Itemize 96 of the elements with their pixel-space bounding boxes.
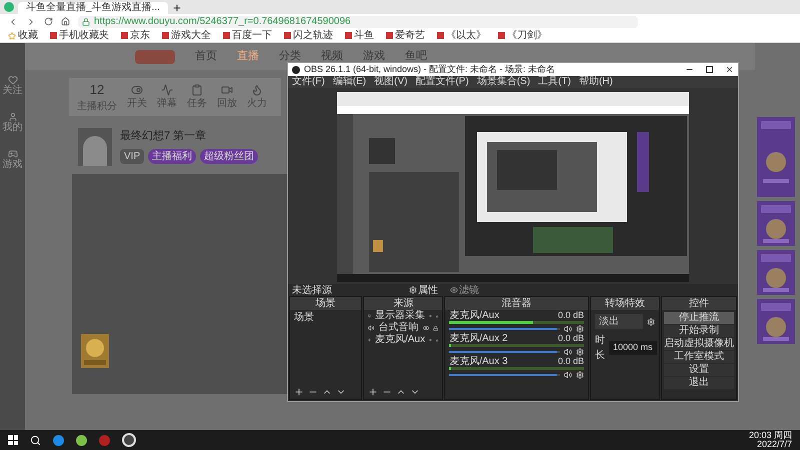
room-tag[interactable]: 主播福利 [148,148,196,164]
bookmark-icon [223,32,230,39]
bookmark[interactable]: 斗鱼 [345,30,374,42]
channel-name: 麦克风/Aux 3 [449,356,508,367]
channel-reading: 0.0 dB [558,333,584,344]
bookmark[interactable]: 游戏大全 [162,30,211,42]
menu-item[interactable]: 文件(F) [292,76,325,88]
home-icon[interactable] [61,17,70,26]
bookmark[interactable]: 收藏 [8,30,38,42]
gear-icon [409,286,417,294]
menu-item[interactable]: 工具(T) [538,76,571,88]
control-button[interactable]: 启动虚拟摄像机 [664,338,734,350]
settings-icon[interactable] [647,318,655,326]
sidebar-icon[interactable] [8,112,18,122]
menu-item[interactable]: 编辑(E) [332,76,366,88]
control-button[interactable]: 停止推流 [664,312,734,324]
bookmark-icon [162,32,169,39]
sidebar-icon[interactable] [8,75,18,85]
room-tag[interactable]: 超级粉丝团 [200,148,258,164]
channel-reading: 0.0 dB [558,310,584,321]
search-icon[interactable] [30,434,41,446]
bookmark-icon [437,32,444,39]
eye-icon [450,286,458,294]
transition-select[interactable]: 淡出 [595,314,643,329]
maximize-icon[interactable] [706,66,713,73]
bookmark-icon [386,32,393,39]
bookmark[interactable]: 闪之轨迹 [284,30,333,42]
close-icon[interactable] [725,65,734,74]
bookmark[interactable]: 《以太》 [437,30,486,42]
reload-icon[interactable] [44,17,53,26]
stat-icon[interactable] [221,84,233,96]
menu-item[interactable]: 配置文件(P) [415,76,469,88]
control-button[interactable]: 工作室模式 [664,351,734,363]
filters-button[interactable]: 滤镜 [450,282,479,298]
bookmark[interactable]: 爱奇艺 [386,30,425,42]
new-tab-icon[interactable] [172,3,182,13]
sidebar-icon[interactable] [8,149,18,159]
star-icon [8,32,16,40]
clock-date[interactable]: 2022/7/7 [756,440,792,449]
score-value: 12 [90,80,104,99]
stat-icon[interactable] [251,84,263,96]
scene-item[interactable]: 场景 [290,310,362,325]
speaker-icon[interactable] [564,348,572,356]
source-item[interactable]: 台式音响 [378,322,419,334]
control-button[interactable]: 退出 [664,377,734,389]
browser-app-icon[interactable] [53,434,64,446]
add-icon[interactable] [294,387,304,397]
app-icon[interactable] [76,434,87,446]
channel-name: 麦克风/Aux 2 [449,333,508,344]
speaker-icon[interactable] [564,324,572,332]
settings-icon[interactable] [576,324,584,332]
source-status: 未选择源 [292,284,333,298]
room-title: 最终幻想7 第一章 [120,128,208,144]
obs-logo-icon [292,66,300,74]
source-item[interactable]: 麦克风/Aux [375,334,426,346]
start-icon[interactable] [8,435,18,445]
control-button[interactable]: 设置 [664,364,734,376]
browser-logo-icon [4,2,14,12]
stat-icon[interactable] [191,84,203,96]
obs-app-icon[interactable] [122,433,136,447]
add-icon[interactable] [368,387,378,397]
window-title: OBS 26.1.1 (64-bit, windows) - 配置文件: 未命名 - 场景: 未命名 [304,63,556,76]
stat-icon[interactable] [161,84,173,96]
browser-tab[interactable]: 斗鱼全量直播_斗鱼游戏直播... [18,2,168,14]
control-button[interactable]: 开始录制 [664,325,734,337]
clock-time[interactable]: 20:03 周四 [748,431,792,440]
bookmark-icon [121,32,128,39]
properties-button[interactable]: 属性 [409,282,438,298]
channel-name: 麦克风/Aux [449,310,500,321]
score-label: 主播积分 [77,100,117,114]
source-item[interactable]: 显示器采集 [375,310,426,322]
streamer-avatar [78,128,112,166]
dock-title: 来源 [364,297,442,310]
stat-icon[interactable] [131,84,143,96]
menu-item[interactable]: 场景集合(S) [476,76,530,88]
bookmark-icon [50,32,57,39]
menu-item[interactable]: 帮助(H) [578,76,613,88]
duration-field[interactable]: 10000 ms [609,341,657,355]
vip-badge: VIP [120,148,144,164]
settings-icon[interactable] [576,370,584,378]
bookmark-icon [498,32,505,39]
channel-reading: 0.0 dB [558,356,584,367]
dock-title: 混音器 [445,297,588,310]
duration-label: 时长 [595,334,605,363]
dock-title: 转场特效 [591,297,659,310]
menu-item[interactable]: 视图(V) [374,76,408,88]
settings-icon[interactable] [576,348,584,356]
bookmark[interactable]: 手机收藏夹 [50,30,109,42]
dock-title: 场景 [290,297,362,310]
bookmark-icon [284,32,291,39]
bookmark[interactable]: 百度一下 [223,30,272,42]
dock-title: 控件 [662,297,736,310]
bookmark[interactable]: 京东 [121,30,150,42]
bookmark-icon [345,32,352,39]
speaker-icon[interactable] [564,370,572,378]
bookmark[interactable]: 《刀剑》 [498,30,547,42]
